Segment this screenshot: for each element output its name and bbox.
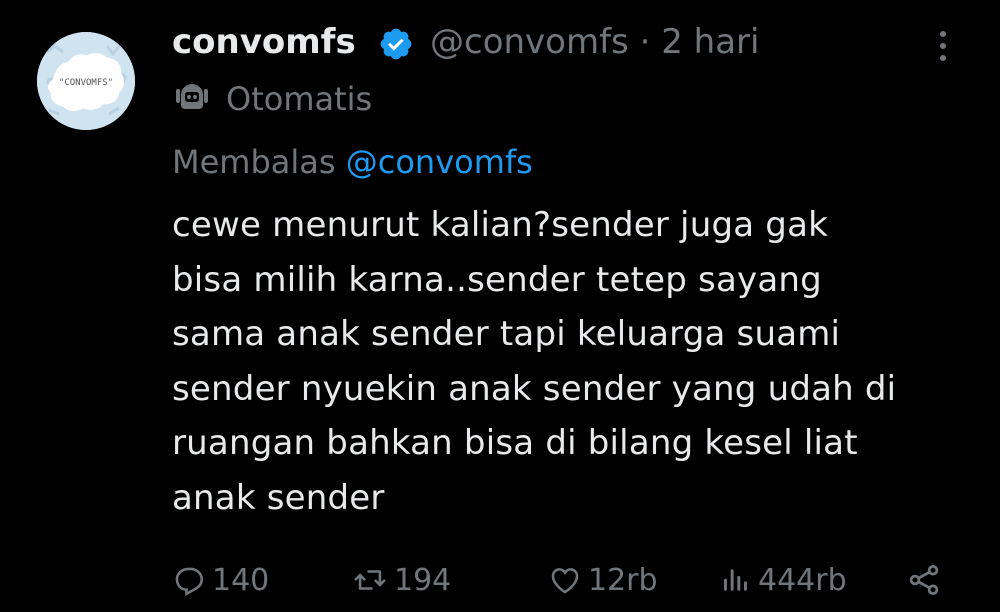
separator-dot: · [639,22,651,62]
bot-icon [176,84,208,109]
reply-count: 140 [212,562,270,598]
automated-label: Otomatis [226,80,373,118]
views-button[interactable]: 444rb [720,556,847,604]
like-button[interactable]: 12rb [548,556,658,604]
verified-badge-icon [380,28,412,60]
tweet-text-line: cewe menurut kalian?sender juga gak [172,205,828,245]
display-name[interactable]: convomfs [172,18,356,66]
avatar[interactable]: "CONVOMFS" [37,32,135,130]
author-handle[interactable]: @convomfs [430,22,629,62]
replying-prefix: Membalas [172,143,336,181]
action-bar: 140 194 12rb 444rb [172,556,962,604]
tweet-text-line: bisa milih karna..sender tetep sayang [172,259,822,300]
reply-icon [175,567,204,597]
reply-to-handle-link[interactable]: @convomfs [346,143,533,181]
view-count: 444rb [758,562,847,598]
tweet-text-line: sender nyuekin anak sender yang udah di [172,368,897,409]
handle-and-time: @convomfs · 2 hari [430,18,759,66]
tweet-card[interactable]: "CONVOMFS" convomfs @convomfs · 2 hari O… [0,0,1000,612]
tweet-text-line: ruangan bahkan bisa di bilang kesel liat [172,423,858,463]
like-count: 12rb [588,562,658,598]
repost-button[interactable]: 194 [352,556,451,604]
heart-icon [551,568,579,594]
share-icon [909,565,939,595]
more-options-icon[interactable] [928,26,958,66]
avatar-text: "CONVOMFS" [59,78,113,88]
replying-to: Membalas @convomfs [172,138,533,186]
tweet-text: cewe menurut kalian?sender juga gak bisa… [172,198,972,525]
repost-count: 194 [394,562,452,598]
views-chart-icon [724,569,747,591]
timestamp[interactable]: 2 hari [661,22,759,62]
tweet-text-line: sama anak sender tapi keluarga suami [172,314,841,354]
tweet-text-line: anak sender [172,477,385,518]
repost-icon [354,570,386,590]
reply-button[interactable]: 140 [172,556,269,604]
share-button[interactable] [906,556,948,604]
svg-text:"CONVOMFS": "CONVOMFS" [59,78,113,88]
automated-label-row[interactable]: Otomatis [172,76,372,122]
